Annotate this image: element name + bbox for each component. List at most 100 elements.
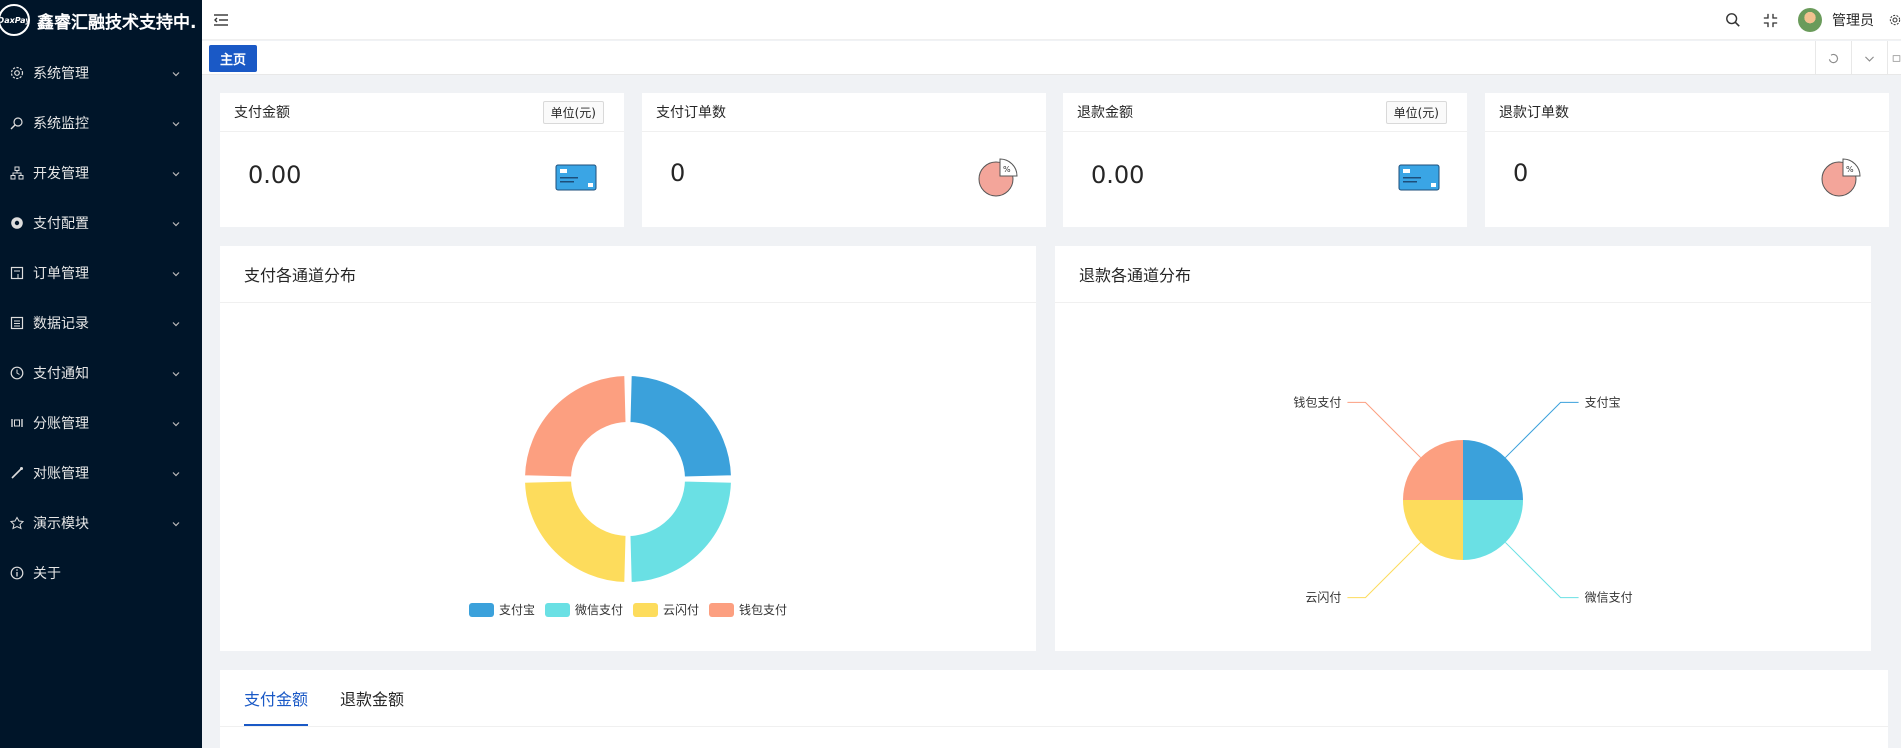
app-title: 鑫睿汇融技术支持中...: [37, 12, 197, 33]
chevron-down-icon: [171, 517, 181, 527]
sidebar-item-label: 系统监控: [33, 116, 89, 132]
stat-value: 0: [1513, 159, 1529, 187]
legend-swatch: [633, 602, 658, 617]
donut-slice-0[interactable]: [628, 374, 733, 479]
chevron-down-icon: [171, 167, 181, 177]
stat-card-pay-amount: 支付金额 单位(元) 0.00: [220, 93, 624, 227]
reconcile-icon: [10, 466, 24, 480]
unit-badge: 单位(元): [542, 101, 604, 124]
sidebar-item-8[interactable]: 对账管理: [0, 448, 202, 498]
sidebar-item-label: 订单管理: [33, 266, 89, 282]
chevron-down-icon: [171, 67, 181, 77]
split-icon: [10, 416, 24, 430]
pie-percent-icon: %: [1820, 157, 1862, 197]
legend-label: 支付宝: [498, 603, 535, 617]
unit-badge: 单位(元): [1385, 101, 1447, 124]
chevron-down-icon: [171, 267, 181, 277]
stat-card-pay-orders: 支付订单数 0 %: [642, 93, 1046, 227]
tab-pay-amount[interactable]: 支付金额: [244, 670, 309, 726]
svg-text:%: %: [1003, 165, 1011, 174]
sidebar-item-9[interactable]: 演示模块: [0, 498, 202, 548]
pie-label-line: [1505, 542, 1579, 599]
search-icon[interactable]: [1724, 11, 1742, 29]
stat-card-refund-orders: 退款订单数 0 %: [1485, 93, 1889, 227]
stat-title: 退款订单数: [1499, 105, 1569, 121]
donut-slice-3[interactable]: [523, 374, 628, 479]
panel-title: 退款各通道分布: [1055, 246, 1871, 303]
credit-card-icon: [1398, 157, 1440, 197]
chevron-down-icon: [171, 317, 181, 327]
svg-text:%: %: [1846, 165, 1854, 174]
donut-slice-1[interactable]: [628, 479, 733, 584]
sidebar-item-10[interactable]: 关于: [0, 548, 202, 598]
legend-item[interactable]: 云闪付: [633, 601, 699, 618]
sidebar-item-3[interactable]: 支付配置: [0, 198, 202, 248]
chevron-down-icon[interactable]: [1851, 41, 1887, 75]
legend-item[interactable]: 支付宝: [468, 601, 535, 618]
sidebar-item-label: 对账管理: [33, 466, 89, 482]
tab-fullscreen-icon[interactable]: [1887, 41, 1901, 75]
order-icon: [10, 266, 24, 280]
credit-card-icon: [555, 157, 597, 197]
username[interactable]: 管理员: [1832, 10, 1874, 30]
sidebar: DaxPay 鑫睿汇融技术支持中... 系统管理系统监控开发管理支付配置订单管理…: [0, 0, 202, 748]
pie-label-line: [1347, 542, 1421, 599]
logo-row[interactable]: DaxPay 鑫睿汇融技术支持中...: [0, 0, 202, 40]
clock-icon: [10, 366, 24, 380]
sidebar-item-label: 系统管理: [33, 66, 89, 82]
legend-swatch: [709, 602, 735, 617]
sidebar-item-7[interactable]: 分账管理: [0, 398, 202, 448]
tab-refund-amount[interactable]: 退款金额: [340, 670, 404, 726]
sidebar-item-label: 数据记录: [33, 316, 89, 332]
panel-title: 支付各通道分布: [220, 246, 1036, 303]
legend-item[interactable]: 钱包支付: [709, 601, 787, 618]
stat-title: 支付金额: [234, 105, 290, 121]
legend-label: 云闪付: [663, 603, 700, 617]
sidebar-item-label: 关于: [33, 566, 61, 582]
amount-tabs-card: 支付金额 退款金额: [220, 670, 1888, 748]
pie-label: 支付宝: [1585, 395, 1621, 409]
sidebar-item-5[interactable]: 数据记录: [0, 298, 202, 348]
sidebar-item-1[interactable]: 系统监控: [0, 98, 202, 148]
pay-channel-panel: 支付各通道分布 支付宝 微信支付 云闪付 钱包支付: [220, 246, 1036, 651]
sidebar-menu: 系统管理系统监控开发管理支付配置订单管理数据记录支付通知分账管理对账管理演示模块…: [0, 48, 202, 598]
menu-collapse-icon[interactable]: [213, 12, 229, 28]
donut-slice-2[interactable]: [523, 479, 628, 584]
sidebar-item-6[interactable]: 支付通知: [0, 348, 202, 398]
pie-chart: 支付宝微信支付 云闪付 钱包支付: [1293, 394, 1632, 605]
top-header: 管理员: [202, 0, 1901, 40]
sidebar-item-0[interactable]: 系统管理: [0, 48, 202, 98]
pie-percent-icon: %: [977, 157, 1019, 197]
refresh-icon[interactable]: [1815, 41, 1851, 75]
pie-label-line: [1347, 401, 1421, 458]
tab-home[interactable]: 主页: [209, 45, 257, 72]
legend-item[interactable]: 微信支付: [544, 601, 623, 618]
logo: DaxPay: [0, 4, 30, 36]
sidebar-item-label: 分账管理: [33, 416, 89, 432]
logo-text: DaxPay: [0, 15, 30, 25]
legend-swatch: [468, 602, 494, 617]
settings-icon[interactable]: [1889, 11, 1901, 29]
sidebar-item-2[interactable]: 开发管理: [0, 148, 202, 198]
search-monitor-icon: [10, 116, 24, 130]
avatar[interactable]: [1798, 8, 1822, 32]
pie-label: 钱包支付: [1293, 394, 1341, 409]
demo-icon: [10, 516, 24, 530]
fullscreen-icon[interactable]: [1761, 11, 1779, 29]
sidebar-item-4[interactable]: 订单管理: [0, 248, 202, 298]
chevron-down-icon: [171, 117, 181, 127]
stat-title: 退款金额: [1077, 105, 1133, 121]
stat-value: 0.00: [1091, 161, 1145, 189]
legend-label: 钱包支付: [739, 603, 788, 617]
legend-label: 微信支付: [574, 603, 623, 617]
stat-value: 0: [670, 159, 686, 187]
pie-label: 云闪付: [1305, 591, 1341, 605]
sidebar-item-label: 支付配置: [33, 216, 89, 232]
sitemap-icon: [10, 166, 24, 180]
pie-label-line: [1505, 401, 1579, 458]
gear-icon: [10, 66, 24, 80]
list-icon: [10, 316, 24, 330]
refund-channel-panel: 退款各通道分布 支付宝 微信支付 云闪付 钱包支付: [1055, 246, 1871, 651]
stat-value: 0.00: [248, 161, 302, 189]
sidebar-item-label: 演示模块: [33, 516, 89, 532]
